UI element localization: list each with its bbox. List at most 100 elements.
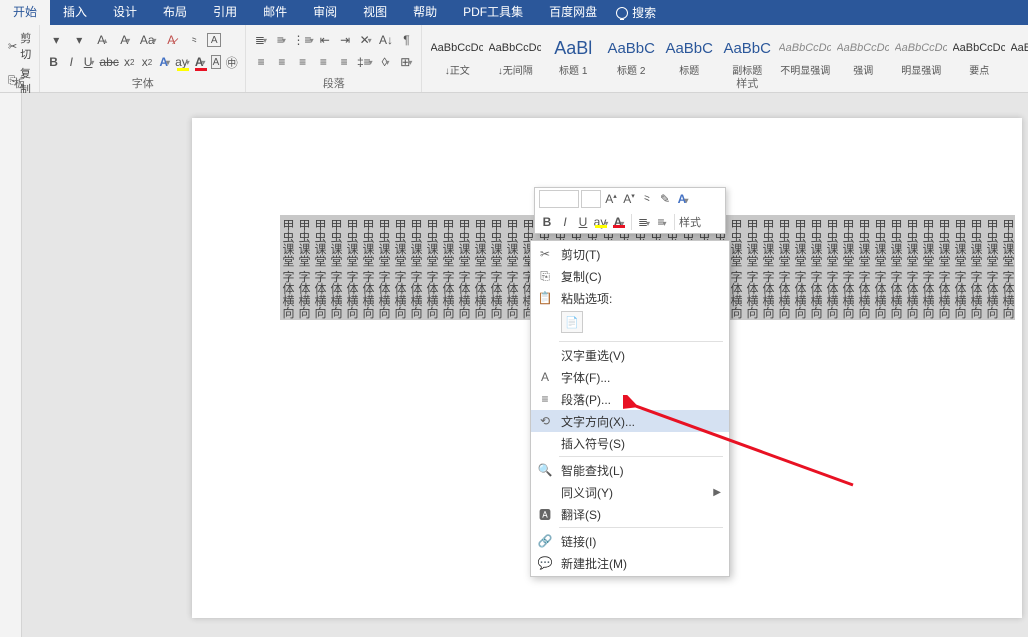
align-center-button[interactable]: ≡ [273,52,291,72]
tab-view[interactable]: 视图 [350,0,400,25]
mini-font-size[interactable] [581,190,601,208]
distribute-button[interactable]: ≡ [335,52,353,72]
cut-button[interactable]: ✂剪切 [6,29,33,63]
text-column: 甲虫课堂 字体横向 [744,215,760,320]
text-column: 甲虫课堂 字体横向 [984,215,1000,320]
shading-button[interactable]: ◊▾ [377,52,395,72]
underline-button[interactable]: U▾ [82,52,97,72]
ctx-new-comment[interactable]: 💬新建批注(M) [531,552,729,574]
style-item-9[interactable]: AaBbCcDc要点 [950,29,1008,78]
style-item-7[interactable]: AaBbCcDc强调 [834,29,892,78]
shrink-font-button[interactable]: A▾ [115,30,135,50]
copy-icon: ⎘ [537,268,553,284]
align-right-button[interactable]: ≡ [294,52,312,72]
char-border-button[interactable]: A [207,33,221,47]
decrease-indent-button[interactable]: ⇤ [316,30,333,50]
multilevel-button[interactable]: ⋮≡▾ [293,30,313,50]
subscript-button[interactable]: x2 [122,52,137,72]
asian-layout-button[interactable]: ✕▾ [357,30,374,50]
tab-reference[interactable]: 引用 [200,0,250,25]
align-left-button[interactable]: ≡ [252,52,270,72]
bullets-button[interactable]: ≣▾ [252,30,269,50]
increase-indent-button[interactable]: ⇥ [336,30,353,50]
char-shading-button[interactable]: A [211,55,222,69]
ctx-cut[interactable]: ✂剪切(T) [531,243,729,265]
mini-bullets[interactable]: ≣▾ [636,215,652,229]
text-column: 甲虫课堂 字体横向 [488,215,504,320]
style-item-4[interactable]: AaBbC标题 [660,29,718,78]
mini-format-painter[interactable]: ✎ [657,192,673,206]
strike-button[interactable]: abc [99,52,118,72]
style-item-0[interactable]: AaBbCcDc↓正文 [428,29,486,78]
borders-button[interactable]: ⊞▾ [397,52,415,72]
ctx-link[interactable]: 🔗链接(I) [531,530,729,552]
ctx-paragraph-dialog[interactable]: ≡段落(P)... [531,388,729,410]
mini-grow-font[interactable]: A▴ [603,192,619,206]
mini-font-color[interactable]: A▾ [611,215,627,229]
tab-mail[interactable]: 邮件 [250,0,300,25]
mini-shrink-font[interactable]: A▾ [621,192,637,206]
italic-button[interactable]: I [64,52,79,72]
tab-layout[interactable]: 布局 [150,0,200,25]
ctx-copy[interactable]: ⎘复制(C) [531,265,729,287]
text-column: 甲虫课堂 字体横向 [456,215,472,320]
text-column: 甲虫课堂 字体横向 [440,215,456,320]
numbering-button[interactable]: ≡▾ [273,30,290,50]
mini-italic[interactable]: I [557,215,573,229]
font-name-dropdown[interactable]: ▾ [46,30,66,50]
ctx-smart-lookup[interactable]: 🔍智能查找(L) [531,459,729,481]
mini-numbering[interactable]: ≡▾ [654,215,670,229]
line-spacing-button[interactable]: ‡≡▾ [356,52,374,72]
mini-font-name[interactable] [539,190,579,208]
tab-baidu[interactable]: 百度网盘 [536,0,610,25]
style-item-1[interactable]: AaBbCcDc↓无间隔 [486,29,544,78]
magnifier-icon: 🔍 [537,462,553,478]
paste-keep-source[interactable]: 📄 [561,311,583,333]
tab-pdf[interactable]: PDF工具集 [450,0,536,25]
style-item-2[interactable]: AaBl标题 1 [544,29,602,78]
font-size-dropdown[interactable]: ▾ [69,30,89,50]
mini-styles-button[interactable]: 样式 [679,214,701,230]
mini-toolbar: A▴ A▾ ⺀ ✎ A▾ B I U ay▾ A▾ ≣▾ ≡▾ 样式 [534,187,726,234]
superscript-button[interactable]: x2 [140,52,155,72]
mini-bold[interactable]: B [539,215,555,229]
ctx-synonym[interactable]: 同义词(Y)▶ [531,481,729,503]
ctx-hanzi-reselect[interactable]: 汉字重选(V) [531,344,729,366]
tab-insert[interactable]: 插入 [50,0,100,25]
style-item-8[interactable]: AaBbCcDc明显强调 [892,29,950,78]
text-effect-button[interactable]: A▾ [157,52,172,72]
mini-text-effect[interactable]: A▾ [675,192,691,206]
ctx-translate[interactable]: 🅰翻译(S) [531,503,729,525]
sort-button[interactable]: A↓ [377,30,394,50]
text-column: 甲虫课堂 字体横向 [968,215,984,320]
highlight-color-button[interactable]: ay▾ [175,52,190,72]
justify-button[interactable]: ≡ [314,52,332,72]
enclose-char-button[interactable]: ㊥ [224,52,239,72]
tell-me-search[interactable]: 搜索 [616,4,656,21]
tab-home[interactable]: 开始 [0,0,50,25]
tab-help[interactable]: 帮助 [400,0,450,25]
show-marks-button[interactable]: ¶ [398,30,415,50]
style-item-5[interactable]: AaBbC副标题 [718,29,776,78]
tab-review[interactable]: 审阅 [300,0,350,25]
grow-font-button[interactable]: A▴ [92,30,112,50]
mini-highlight[interactable]: ay▾ [593,215,609,229]
mini-phonetic[interactable]: ⺀ [639,191,655,208]
tab-design[interactable]: 设计 [100,0,150,25]
ctx-font-dialog[interactable]: A字体(F)... [531,366,729,388]
clear-format-button[interactable]: A̷ [161,30,181,50]
ctx-text-direction[interactable]: ⟲文字方向(X)... [531,410,729,432]
ctx-insert-symbol[interactable]: 插入符号(S) [531,432,729,454]
text-column: 甲虫课堂 字体横向 [760,215,776,320]
change-case-button[interactable]: Aa▾ [138,30,158,50]
style-item-10[interactable]: AaBbCcDc引 [1008,29,1028,78]
style-item-6[interactable]: AaBbCcDc不明显强调 [776,29,834,78]
document-canvas[interactable] [0,93,1028,637]
font-color-button[interactable]: A▾ [193,52,208,72]
comment-icon: 💬 [537,555,553,571]
text-column: 甲虫课堂 字体横向 [936,215,952,320]
phonetic-guide-button[interactable]: ⺀ [184,30,204,50]
mini-underline[interactable]: U [575,215,591,229]
bold-button[interactable]: B [46,52,61,72]
style-item-3[interactable]: AaBbC标题 2 [602,29,660,78]
